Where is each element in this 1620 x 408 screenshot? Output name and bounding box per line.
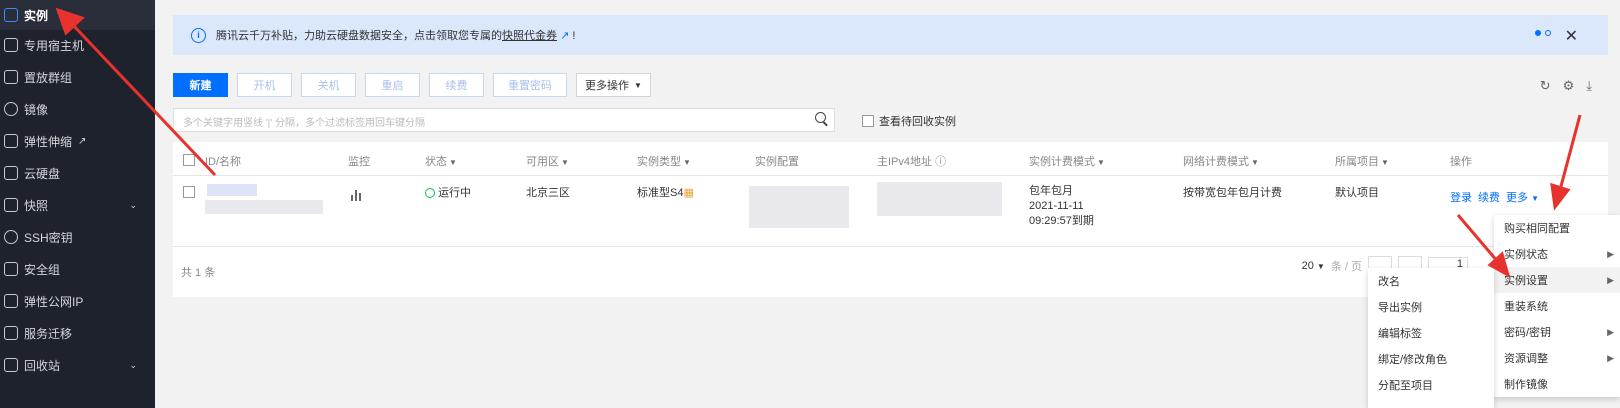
arrow-to-more bbox=[1558, 114, 1582, 191]
arrowhead bbox=[1550, 182, 1571, 211]
arrow-to-settings bbox=[1456, 214, 1500, 263]
annotation-arrows bbox=[55, 7, 1582, 279]
arrow-to-instances bbox=[70, 22, 217, 177]
